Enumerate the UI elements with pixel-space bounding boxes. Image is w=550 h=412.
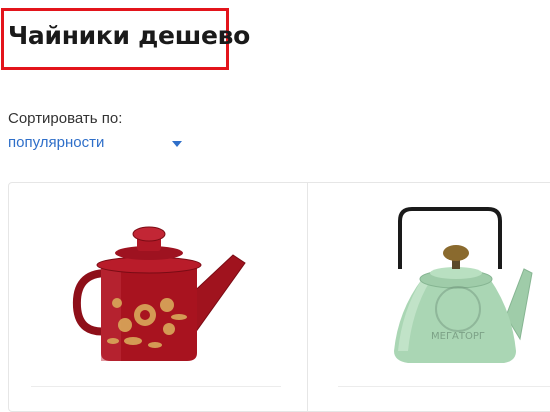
product-image-green-kettle[interactable]: МЕГАТОРГ <box>378 201 550 376</box>
page-title: Чайники дешево <box>8 21 251 50</box>
card-divider-line <box>338 386 550 387</box>
product-card[interactable]: МЕГАТОРГ <box>308 183 550 411</box>
card-divider-line <box>31 386 281 387</box>
sort-selected-value[interactable]: популярности <box>8 134 104 151</box>
product-image-red-kettle[interactable] <box>67 225 257 365</box>
product-card[interactable] <box>9 183 307 411</box>
sort-label: Сортировать по: <box>8 110 123 127</box>
chevron-down-icon[interactable] <box>172 141 182 147</box>
svg-text:МЕГАТОРГ: МЕГАТОРГ <box>431 331 485 342</box>
product-grid: МЕГАТОРГ <box>8 182 550 412</box>
sort-dropdown[interactable]: популярности <box>8 134 188 154</box>
